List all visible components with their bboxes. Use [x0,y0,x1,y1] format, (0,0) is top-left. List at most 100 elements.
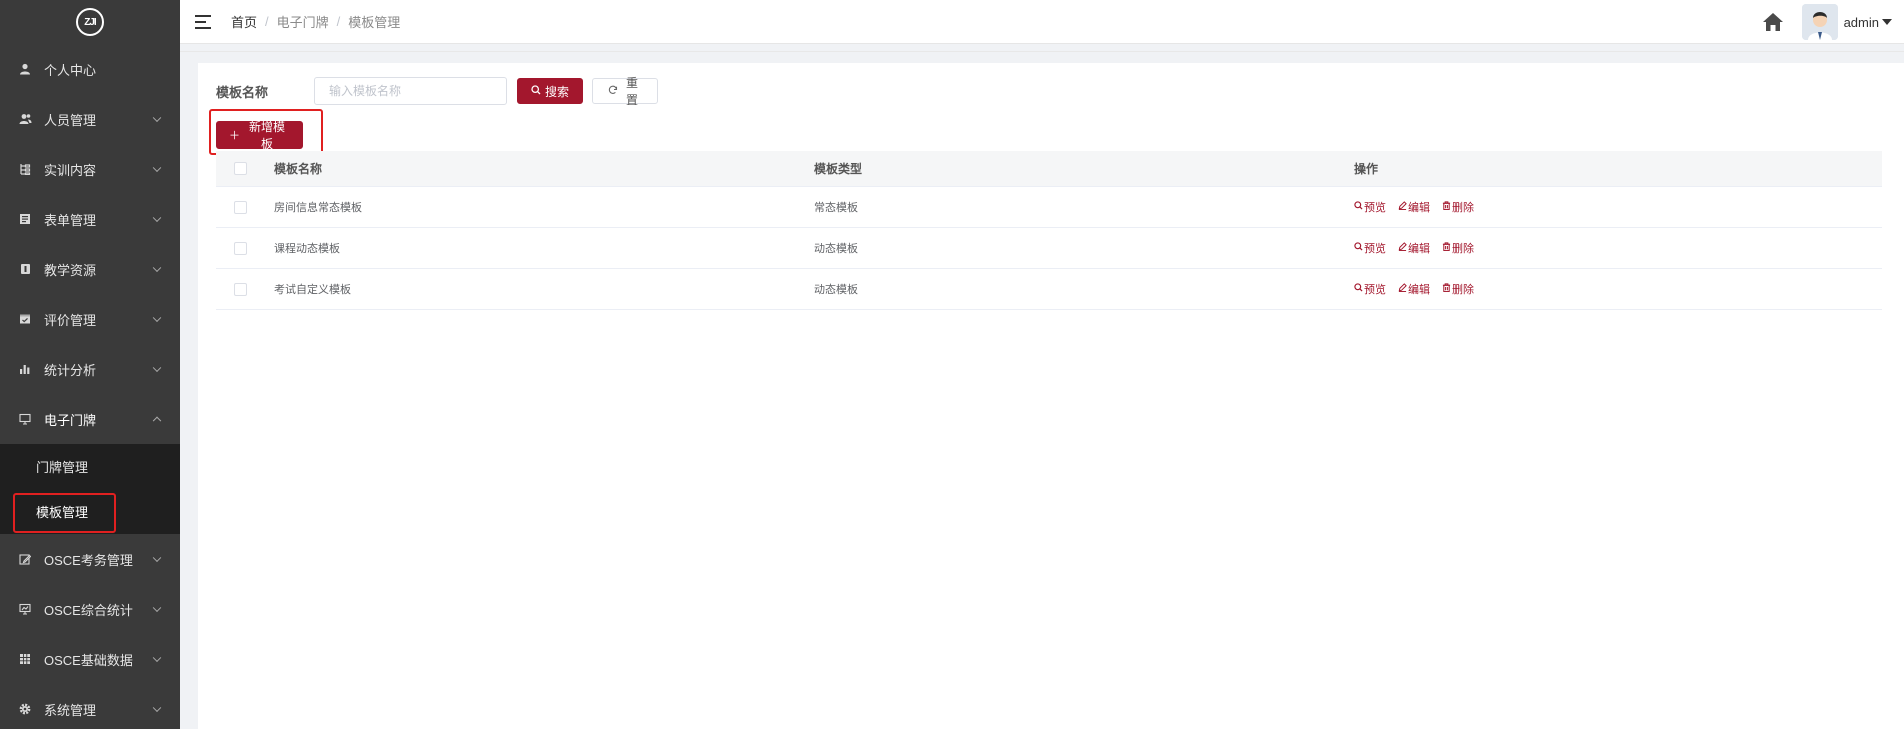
row-checkbox[interactable] [234,200,247,214]
reset-button[interactable]: 重置 [592,76,658,107]
sidebar-item-personal-center[interactable]: 个人中心 [0,44,180,94]
delete-label: 删除 [1452,202,1474,214]
table-header: 模板名称 模板类型 操作 [216,151,1882,187]
main-content: 模板名称 搜索 重置 ＋ 新增模板 模板名称 模板类型 操作 房间信息常态模 [198,63,1904,729]
search-button-label: 搜索 [544,84,569,99]
sidebar-item-label: 电子门牌 [44,412,97,428]
sidebar: ZJI 个人中心 人员管理 实训内容 表单管理 教学资源 评价管理 统计分析 电… [0,0,180,729]
annotation-highlight-box [13,493,116,533]
cell-template-name: 考试自定义模板 [274,284,351,296]
template-name-input[interactable] [314,77,507,105]
add-template-label: 新增模板 [248,120,285,151]
caret-down-icon [1882,19,1892,25]
select-all-checkbox[interactable] [234,162,247,175]
avatar[interactable] [1801,4,1838,40]
sidebar-item-e-doorplate[interactable]: 电子门牌 [0,394,180,444]
breadcrumb-e-doorplate: 电子门牌 [276,15,329,30]
chevron-down-icon [152,113,162,123]
sidebar-subitem-doorplate-management[interactable]: 门牌管理 [0,444,180,489]
sidebar-item-evaluation[interactable]: 评价管理 [0,294,180,344]
add-template-button[interactable]: ＋ 新增模板 [216,120,303,151]
template-table: 模板名称 模板类型 操作 房间信息常态模板 常态模板 预览 编辑 删除 课程动态… [216,151,1882,310]
edit-label: 编辑 [1408,243,1430,255]
sidebar-subitem-template-management[interactable]: 模板管理 [0,489,180,534]
pencil-icon [1398,283,1407,295]
trash-icon [1442,201,1451,213]
delete-label: 删除 [1452,243,1474,255]
preview-button[interactable]: 预览 [1354,281,1386,297]
form-icon [18,212,32,226]
logo-mark: ZJI [76,8,104,36]
search-form: 模板名称 搜索 重置 [216,76,658,107]
header-right: admin [1762,0,1892,44]
preview-label: 预览 [1364,284,1386,296]
home-icon[interactable] [1762,12,1784,32]
breadcrumb-home[interactable]: 首页 [231,12,257,31]
resource-icon [18,262,32,276]
user-menu[interactable]: admin [1844,15,1892,30]
sidebar-item-personnel[interactable]: 人员管理 [0,94,180,144]
sidebar-item-teaching-resources[interactable]: 教学资源 [0,244,180,294]
sidebar-item-training[interactable]: 实训内容 [0,144,180,194]
sidebar-item-system[interactable]: 系统管理 [0,684,180,729]
edit-icon [18,552,32,566]
edit-label: 编辑 [1408,202,1430,214]
sidebar-item-label: 实训内容 [44,162,97,178]
tree-icon [18,162,32,176]
users-icon [18,112,32,126]
sidebar-item-osce-exam[interactable]: OSCE考务管理 [0,534,180,584]
cell-template-type: 动态模板 [814,243,858,255]
row-checkbox[interactable] [234,241,247,255]
preview-label: 预览 [1364,202,1386,214]
table-row: 考试自定义模板 动态模板 预览 编辑 删除 [216,269,1882,310]
sidebar-subitem-label: 门牌管理 [36,460,89,475]
breadcrumb-separator: / [265,14,269,29]
row-check-cell [216,200,274,214]
cell-actions: 预览 编辑 删除 [1354,240,1882,256]
tags-bar [180,44,1904,52]
sidebar-item-statistics[interactable]: 统计分析 [0,344,180,394]
sidebar-item-label: OSCE综合统计 [44,602,133,618]
chevron-down-icon [152,603,162,613]
chevron-down-icon [152,363,162,373]
plus-icon: ＋ [229,130,240,142]
logo[interactable]: ZJI [0,0,180,44]
menu-toggle-icon[interactable] [195,14,211,29]
delete-button[interactable]: 删除 [1442,240,1474,256]
edit-button[interactable]: 编辑 [1398,199,1430,215]
edit-label: 编辑 [1408,284,1430,296]
username: admin [1843,14,1879,30]
sidebar-item-osce-basic-data[interactable]: OSCE基础数据 [0,634,180,684]
delete-button[interactable]: 删除 [1442,281,1474,297]
column-header-type: 模板类型 [814,162,863,176]
monitor-icon [18,412,32,426]
delete-button[interactable]: 删除 [1442,199,1474,215]
row-checkbox[interactable] [234,282,247,296]
chevron-down-icon [152,553,162,563]
breadcrumb-template-management: 模板管理 [348,15,401,30]
user-icon [18,62,32,76]
sidebar-item-osce-statistics[interactable]: OSCE综合统计 [0,584,180,634]
row-check-cell [216,241,274,255]
edit-button[interactable]: 编辑 [1398,281,1430,297]
submenu-e-doorplate: 门牌管理 模板管理 [0,444,180,534]
sidebar-item-label: 系统管理 [44,702,97,718]
cell-actions: 预览 编辑 删除 [1354,199,1882,215]
trash-icon [1442,242,1451,254]
search-button[interactable]: 搜索 [517,78,583,104]
search-icon [1354,283,1363,295]
preview-button[interactable]: 预览 [1354,240,1386,256]
chevron-down-icon [152,263,162,273]
sidebar-item-label: 个人中心 [44,62,97,78]
search-icon [1354,201,1363,213]
preview-button[interactable]: 预览 [1354,199,1386,215]
sidebar-item-label: OSCE基础数据 [44,652,133,668]
gear-icon [18,702,32,716]
cell-template-type: 动态模板 [814,284,858,296]
cell-template-name: 房间信息常态模板 [274,202,362,214]
edit-button[interactable]: 编辑 [1398,240,1430,256]
sidebar-item-forms[interactable]: 表单管理 [0,194,180,244]
pencil-icon [1398,242,1407,254]
preview-label: 预览 [1364,243,1386,255]
pencil-icon [1398,201,1407,213]
